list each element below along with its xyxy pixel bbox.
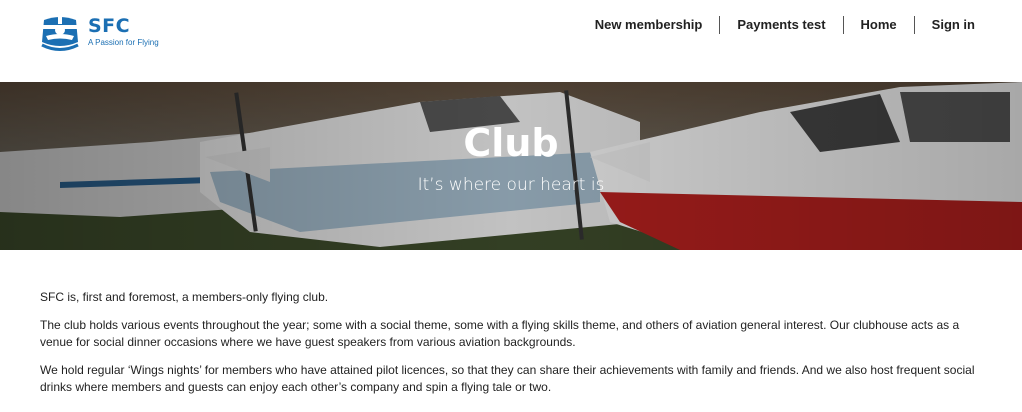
nav-home[interactable]: Home <box>844 16 914 34</box>
hero-banner: Club It’s where our heart is <box>0 82 1022 250</box>
page-content: SFC is, first and foremost, a members-on… <box>0 250 1022 397</box>
paragraph-wings-nights: We hold regular ‘Wings nights’ for membe… <box>40 362 975 395</box>
nav-sign-in[interactable]: Sign in <box>915 16 984 34</box>
paragraph-events: The club holds various events throughout… <box>40 317 960 350</box>
hero-title: Club <box>463 121 559 165</box>
logo-tagline: A Passion for Flying <box>88 38 159 47</box>
hero-subtitle: It’s where our heart is <box>417 175 605 195</box>
paragraph-intro: SFC is, first and foremost, a members-on… <box>40 290 329 304</box>
aircraft-photo <box>0 82 1022 250</box>
sfc-logo[interactable]: SFC A Passion for Flying <box>38 12 159 54</box>
plane-logo-icon <box>40 16 80 51</box>
nav-new-membership[interactable]: New membership <box>578 16 720 34</box>
nav-payments-test[interactable]: Payments test <box>720 16 842 34</box>
main-nav: New membership Payments test Home Sign i… <box>578 16 984 34</box>
logo-title: SFC <box>88 15 131 37</box>
site-header: SFC A Passion for Flying New membership … <box>0 0 1022 82</box>
